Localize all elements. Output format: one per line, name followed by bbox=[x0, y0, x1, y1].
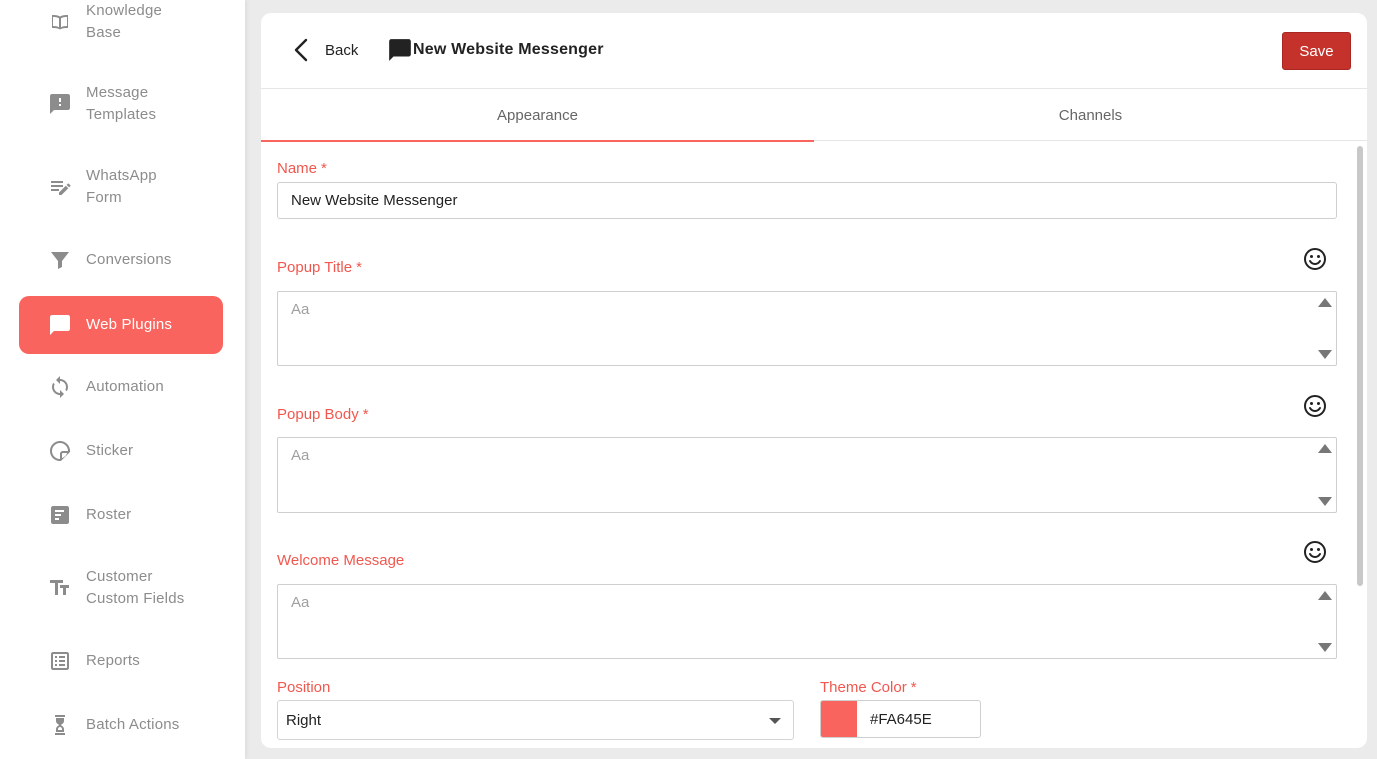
textarea-scroll[interactable] bbox=[1318, 298, 1332, 359]
text-fields-icon bbox=[47, 575, 73, 601]
welcome-message-textarea[interactable]: Aa bbox=[277, 584, 1337, 659]
color-swatch[interactable] bbox=[821, 701, 857, 737]
name-input[interactable]: New Website Messenger bbox=[277, 182, 1337, 219]
sidebar-item-label: Custom Fields bbox=[86, 590, 185, 607]
page-title-wrap: New Website Messenger bbox=[387, 37, 604, 63]
chat-bubble-icon bbox=[389, 39, 411, 61]
sidebar-item-label: Customer bbox=[86, 568, 153, 585]
form-scrollbar[interactable] bbox=[1357, 146, 1363, 586]
placeholder: Aa bbox=[291, 447, 310, 464]
position-select[interactable]: Right bbox=[277, 700, 794, 740]
hourglass-icon bbox=[47, 712, 73, 738]
sync-icon bbox=[47, 374, 73, 400]
name-label: Name * bbox=[277, 160, 327, 177]
textarea-scroll[interactable] bbox=[1318, 444, 1332, 506]
popup-title-label: Popup Title * bbox=[277, 259, 362, 276]
list-report-icon bbox=[47, 648, 73, 674]
tab-bar: Appearance Channels bbox=[261, 89, 1367, 142]
appearance-form: Name * New Website Messenger Popup Title *… bbox=[261, 142, 1367, 748]
back-label: Back bbox=[325, 41, 359, 59]
chat-bubble-icon bbox=[47, 312, 73, 338]
page-title: New Website Messenger bbox=[413, 41, 604, 58]
sidebar-item-label: Reports bbox=[86, 652, 140, 669]
header-bar: Back New Website Messenger Save bbox=[261, 13, 1367, 89]
sidebar-item-label: Templates bbox=[86, 106, 157, 123]
placeholder: Aa bbox=[291, 301, 310, 318]
message-alert-icon bbox=[47, 91, 73, 117]
sidebar-item-knowledge-base[interactable]: Knowledge Base bbox=[19, 0, 223, 44]
sidebar-item-batch-actions[interactable]: Batch Actions bbox=[19, 714, 223, 736]
sidebar: Knowledge Base Message Templates WhatsAp… bbox=[0, 0, 245, 759]
emoji-picker-icon[interactable] bbox=[1303, 540, 1327, 564]
position-label: Position bbox=[277, 679, 331, 696]
welcome-message-label: Welcome Message bbox=[277, 552, 405, 569]
sidebar-item-label: Message bbox=[86, 84, 149, 101]
placeholder: Aa bbox=[291, 594, 310, 611]
sidebar-item-label: Form bbox=[86, 189, 122, 206]
sidebar-item-label: WhatsApp bbox=[86, 167, 157, 184]
textarea-scroll[interactable] bbox=[1318, 591, 1332, 652]
form-edit-icon bbox=[47, 174, 73, 200]
book-icon bbox=[47, 9, 73, 35]
sidebar-item-conversions[interactable]: Conversions bbox=[19, 249, 223, 271]
sidebar-item-sticker[interactable]: Sticker bbox=[19, 440, 223, 462]
position-value: Right bbox=[286, 711, 322, 729]
emoji-picker-icon[interactable] bbox=[1303, 394, 1327, 418]
tab-appearance[interactable]: Appearance bbox=[261, 89, 814, 142]
save-button[interactable]: Save bbox=[1282, 32, 1351, 70]
sidebar-item-label: Sticker bbox=[86, 442, 134, 459]
sidebar-item-customer-custom-fields[interactable]: Customer Custom Fields bbox=[19, 566, 223, 610]
sidebar-item-roster[interactable]: Roster bbox=[19, 504, 223, 526]
sidebar-item-message-templates[interactable]: Message Templates bbox=[19, 82, 223, 126]
sidebar-item-automation[interactable]: Automation bbox=[19, 376, 223, 398]
back-button[interactable]: Back bbox=[291, 37, 358, 63]
sidebar-item-label: Base bbox=[86, 24, 121, 41]
theme-color-label: Theme Color * bbox=[820, 679, 917, 696]
emoji-picker-icon[interactable] bbox=[1303, 247, 1327, 271]
theme-color-value: #FA645E bbox=[870, 710, 932, 728]
sidebar-item-label: Knowledge bbox=[86, 2, 163, 19]
chevron-down-icon bbox=[769, 718, 781, 724]
sidebar-item-label: Conversions bbox=[86, 251, 172, 268]
chevron-left-icon bbox=[294, 38, 308, 62]
filter-icon bbox=[47, 247, 73, 273]
sidebar-item-label: Web Plugins bbox=[86, 316, 173, 333]
sidebar-item-whatsapp-form[interactable]: WhatsApp Form bbox=[19, 165, 223, 209]
sidebar-item-web-plugins[interactable]: Web Plugins bbox=[19, 296, 223, 354]
popup-body-label: Popup Body * bbox=[277, 406, 369, 423]
sidebar-item-reports[interactable]: Reports bbox=[19, 650, 223, 672]
tab-channels[interactable]: Channels bbox=[814, 89, 1367, 141]
sticker-icon bbox=[47, 438, 73, 464]
sidebar-item-label: Batch Actions bbox=[86, 716, 180, 733]
plugin-editor-card: Back New Website Messenger Save Appearan… bbox=[261, 13, 1367, 748]
theme-color-field[interactable]: #FA645E bbox=[820, 700, 981, 738]
popup-body-textarea[interactable]: Aa bbox=[277, 437, 1337, 513]
sidebar-item-label: Automation bbox=[86, 378, 164, 395]
popup-title-textarea[interactable]: Aa bbox=[277, 291, 1337, 366]
sidebar-item-label: Roster bbox=[86, 506, 132, 523]
roster-icon bbox=[47, 502, 73, 528]
